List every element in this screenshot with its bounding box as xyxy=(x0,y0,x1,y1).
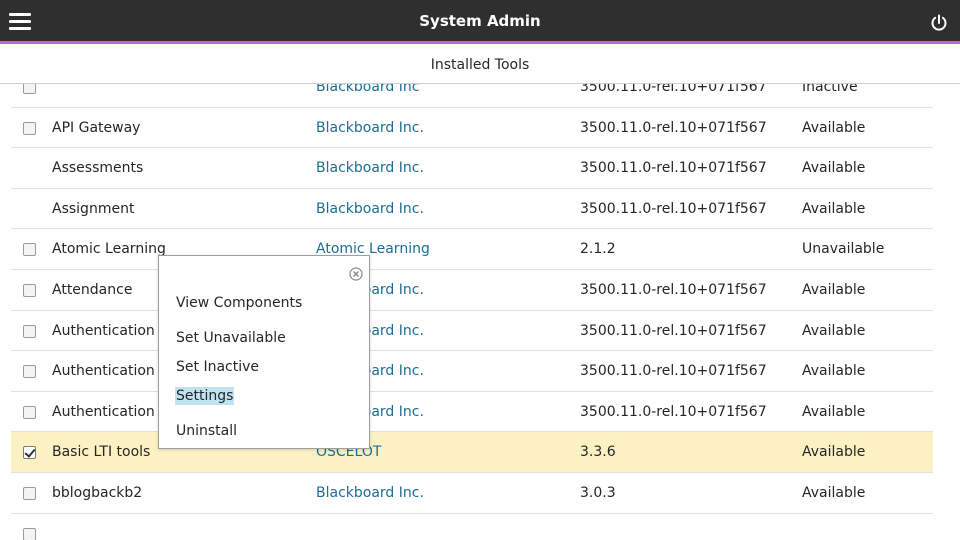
table-row[interactable]: Basic LTI tools OSCELOT 3.3.6 Available xyxy=(11,432,933,473)
table-row[interactable]: Blackboard Inc 3500.11.0-rel.10+071f567 In… xyxy=(11,84,933,108)
row-checkbox[interactable] xyxy=(23,283,36,297)
row-checkbox[interactable] xyxy=(23,405,36,419)
vendor-link[interactable]: Blackboard Inc. xyxy=(316,148,424,188)
tool-version: 3.3.6 xyxy=(580,444,616,461)
power-icon[interactable] xyxy=(929,13,949,33)
tool-version: 3.0.3 xyxy=(580,484,616,501)
table-row[interactable]: AttendanceBlackboard Inc.3500.11.0-rel.1… xyxy=(11,270,933,311)
tool-name: Authentication P xyxy=(52,363,168,380)
page-title: Installed Tools xyxy=(0,47,960,84)
tool-version: 3500.11.0-rel.10+071f567 xyxy=(580,84,767,95)
vendor-link[interactable]: Blackboard Inc. xyxy=(316,189,424,229)
table-body: Blackboard Inc 3500.11.0-rel.10+071f567 In… xyxy=(0,84,960,540)
tool-status: Available xyxy=(802,119,866,136)
tool-context-menu: View Components Set Unavailable Set Inac… xyxy=(158,255,370,449)
row-checkbox[interactable] xyxy=(23,486,36,500)
menu-item-set-inactive[interactable]: Set Inactive xyxy=(175,358,260,376)
row-checkbox[interactable] xyxy=(23,84,36,94)
app-title: System Admin xyxy=(419,12,541,30)
vendor-link[interactable]: Blackboard Inc. xyxy=(316,108,424,148)
row-checkbox[interactable] xyxy=(23,527,36,540)
tool-status: Available xyxy=(802,281,866,298)
tool-status: Unavailable xyxy=(802,241,885,258)
table-row[interactable]: bblogbackb2 Blackboard Inc. 3.0.3 Available xyxy=(11,473,933,514)
table-row[interactable]: Authentication PBlackboard Inc.3500.11.0… xyxy=(11,392,933,433)
tool-name: Attendance xyxy=(52,281,133,298)
table-row[interactable] xyxy=(11,514,933,540)
tool-name: Basic LTI tools xyxy=(52,444,151,461)
tool-status: Inactive xyxy=(802,84,858,95)
vendor-link[interactable]: Blackboard Inc xyxy=(316,84,419,107)
tool-version: 3500.11.0-rel.10+071f567 xyxy=(580,200,767,217)
tool-name: Atomic Learning xyxy=(52,241,166,258)
table-row[interactable]: Atomic Learning Atomic Learning 2.1.2 Unava… xyxy=(11,229,933,270)
row-checkbox[interactable] xyxy=(23,324,36,338)
tool-version: 3500.11.0-rel.10+071f567 xyxy=(580,281,767,298)
menu-item-settings[interactable]: Settings xyxy=(175,387,235,405)
tool-status: Available xyxy=(802,444,866,461)
tool-name: Assessments xyxy=(52,160,144,177)
top-bar: System Admin xyxy=(0,0,960,44)
table-row[interactable]: Assessments Blackboard Inc. 3500.11.0-rel.… xyxy=(11,148,933,189)
table-row[interactable]: API Gateway Blackboard Inc. 3500.11.0-rel.… xyxy=(11,108,933,149)
menu-item-view-components[interactable]: View Components xyxy=(175,294,303,312)
tool-version: 3500.11.0-rel.10+071f567 xyxy=(580,363,767,380)
row-checkbox[interactable] xyxy=(23,446,36,460)
vendor-link[interactable]: Blackboard Inc. xyxy=(316,473,424,513)
tool-name: Authentication P xyxy=(52,403,168,420)
tool-status: Available xyxy=(802,484,866,501)
tool-status: Available xyxy=(802,200,866,217)
menu-item-uninstall[interactable]: Uninstall xyxy=(175,422,238,440)
tool-name: API Gateway xyxy=(52,119,141,136)
tool-version: 3500.11.0-rel.10+071f567 xyxy=(580,403,767,420)
tool-status: Available xyxy=(802,363,866,380)
row-checkbox[interactable] xyxy=(23,365,36,379)
close-circle-icon[interactable] xyxy=(349,266,363,281)
row-checkbox[interactable] xyxy=(23,243,36,257)
tool-status: Available xyxy=(802,160,866,177)
installed-tools-table: Blackboard Inc 3500.11.0-rel.10+071f567 In… xyxy=(0,84,960,540)
tool-version: 3500.11.0-rel.10+071f567 xyxy=(580,119,767,136)
table-row[interactable]: Assignment Blackboard Inc. 3500.11.0-rel.1… xyxy=(11,189,933,230)
tool-name: Authentication P xyxy=(52,322,168,339)
tool-status: Available xyxy=(802,322,866,339)
tool-name: bblogbackb2 xyxy=(52,484,143,501)
table-row[interactable]: Authentication PBlackboard Inc.3500.11.0… xyxy=(11,311,933,352)
tool-version: 3500.11.0-rel.10+071f567 xyxy=(580,160,767,177)
tool-name: Assignment xyxy=(52,200,135,217)
row-checkbox[interactable] xyxy=(23,121,36,135)
menu-item-set-unavailable[interactable]: Set Unavailable xyxy=(175,329,287,347)
tool-version: 2.1.2 xyxy=(580,241,616,258)
tool-version: 3500.11.0-rel.10+071f567 xyxy=(580,322,767,339)
table-row[interactable]: Authentication PBlackboard Inc.3500.11.0… xyxy=(11,351,933,392)
tool-status: Available xyxy=(802,403,866,420)
